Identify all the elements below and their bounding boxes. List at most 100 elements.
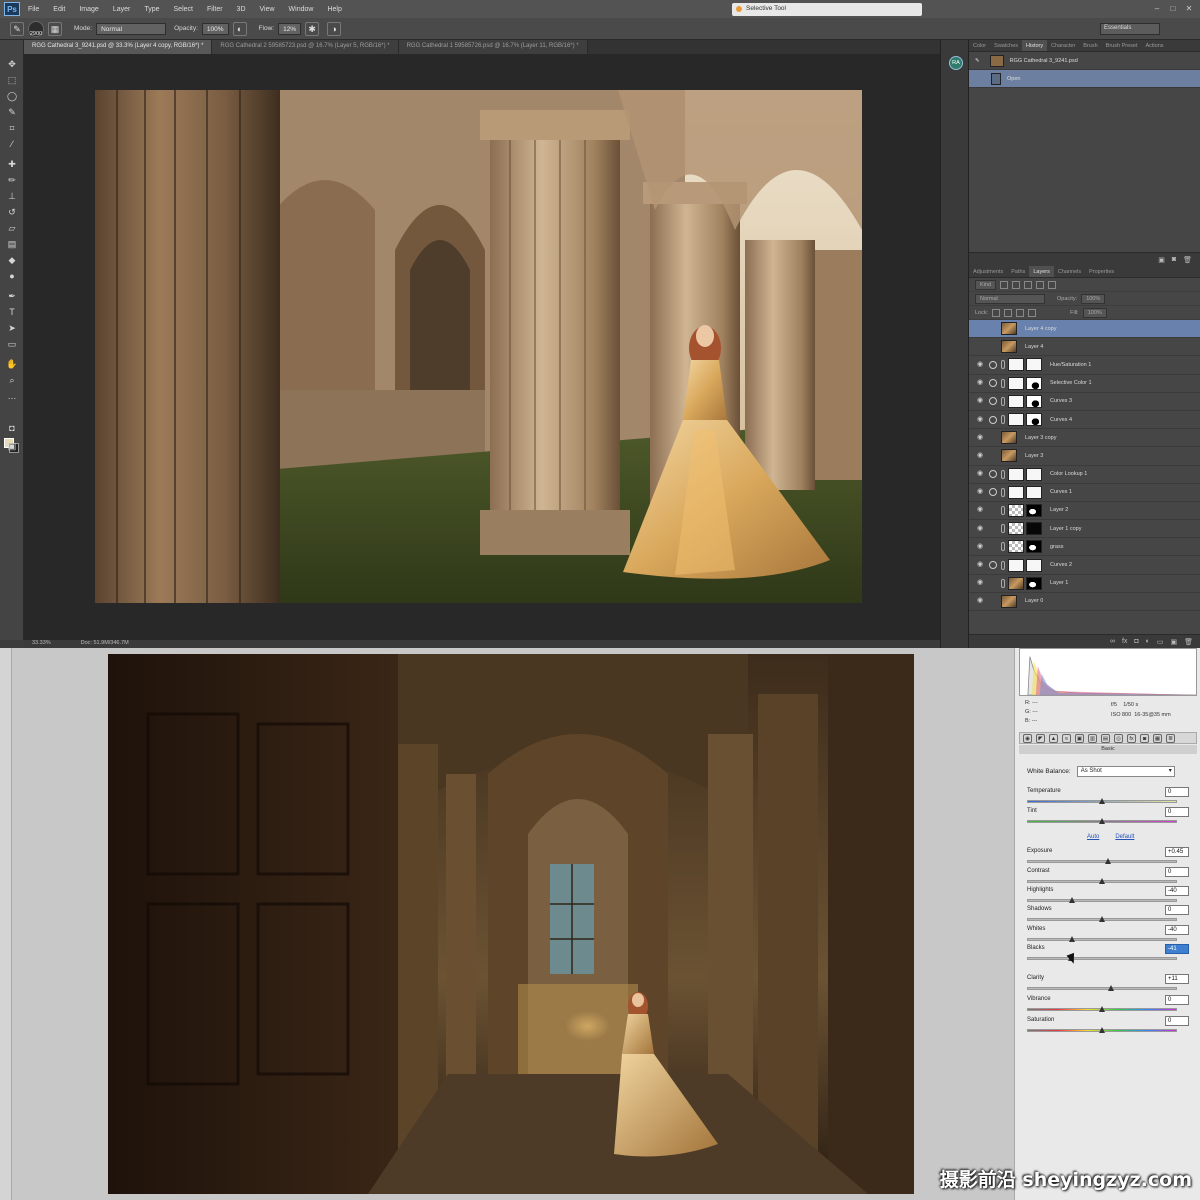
- layer-row[interactable]: ◉ Curves 2: [969, 556, 1200, 575]
- layer-thumbnail[interactable]: [1008, 376, 1024, 390]
- opacity-field[interactable]: 100%: [201, 22, 229, 35]
- pen-tool-icon[interactable]: ✒: [6, 290, 18, 302]
- layer-thumbnail[interactable]: [1001, 449, 1017, 463]
- tab-character[interactable]: Character: [1047, 40, 1079, 51]
- layer-row[interactable]: ◉ Layer 3 copy: [969, 429, 1200, 448]
- lock-pixels-icon[interactable]: [1004, 308, 1013, 317]
- move-tool-icon[interactable]: ✥: [6, 58, 18, 70]
- tab-brush-preset[interactable]: Brush Preset: [1102, 40, 1142, 51]
- canvas-image-ruined-abbey[interactable]: [95, 90, 862, 603]
- tab-paths[interactable]: Paths: [1007, 266, 1029, 277]
- tint-slider-thumb[interactable]: [1099, 818, 1105, 824]
- layer-row[interactable]: ◉ Color Lookup 1: [969, 466, 1200, 484]
- menu-filter[interactable]: Filter: [207, 6, 223, 13]
- layer-row[interactable]: ◉ Layer 2: [969, 502, 1200, 521]
- visibility-eye-icon[interactable]: ◉: [975, 560, 985, 570]
- highlights-slider-thumb[interactable]: [1069, 897, 1075, 903]
- pressure-opacity-icon[interactable]: ◐: [232, 21, 247, 36]
- new-layer-icon[interactable]: ▣: [1170, 638, 1177, 646]
- mask-link-icon[interactable]: [1001, 505, 1005, 515]
- visibility-eye-icon[interactable]: ◉: [975, 542, 985, 552]
- mask-link-icon[interactable]: [1001, 360, 1005, 370]
- mask-link-icon[interactable]: [1001, 578, 1005, 588]
- mask-link-icon[interactable]: [1001, 560, 1005, 570]
- mask-link-icon[interactable]: [1001, 378, 1005, 388]
- delete-layer-icon[interactable]: 🗑: [1184, 638, 1193, 646]
- layer-row[interactable]: ◉ Selective Color 1: [969, 375, 1200, 393]
- tab-document-3[interactable]: RGG Cathedral 1 59585726.psd @ 16.7% (La…: [398, 40, 588, 54]
- visibility-eye-icon[interactable]: ◉: [975, 378, 985, 388]
- filter-adjustment-icon[interactable]: [1012, 280, 1021, 289]
- more-tools-icon[interactable]: …: [6, 390, 18, 402]
- tab-document-1[interactable]: RGG Cathedral 3_9241.psd @ 33.3% (Layer …: [24, 40, 213, 54]
- visibility-eye-icon[interactable]: [975, 324, 985, 334]
- pressure-size-icon[interactable]: ◑: [327, 21, 342, 36]
- mask-link-icon[interactable]: [1001, 415, 1005, 425]
- flow-field[interactable]: 12%: [278, 22, 302, 35]
- layer-row[interactable]: ◉ Layer 1 copy: [969, 520, 1200, 539]
- camera-raw-tab-4-icon[interactable]: ▣: [1075, 733, 1084, 743]
- history-step[interactable]: Open: [969, 70, 1200, 88]
- layer-row[interactable]: ◉ grass: [969, 538, 1200, 557]
- menu-edit[interactable]: Edit: [53, 6, 65, 13]
- tab-document-2[interactable]: RGG Cathedral 2 59585723.psd @ 16.7% (La…: [212, 40, 399, 54]
- layer-row[interactable]: ◉ Curves 4: [969, 411, 1200, 430]
- visibility-eye-icon[interactable]: ◉: [975, 505, 985, 515]
- layer-row[interactable]: Layer 4 copy: [969, 320, 1200, 339]
- visibility-eye-icon[interactable]: ◉: [975, 578, 985, 588]
- layer-row[interactable]: ◉ Layer 3: [969, 447, 1200, 466]
- layer-thumbnail[interactable]: [1008, 394, 1024, 408]
- camera-raw-tab-5-icon[interactable]: ▥: [1088, 733, 1097, 743]
- lock-all-icon[interactable]: [1028, 308, 1037, 317]
- filter-pixel-icon[interactable]: [1000, 280, 1009, 289]
- exposure-value-field[interactable]: +0.45: [1165, 847, 1189, 857]
- visibility-eye-icon[interactable]: ◉: [975, 596, 985, 606]
- layer-mask-thumbnail[interactable]: [1026, 558, 1042, 572]
- visibility-eye-icon[interactable]: ◉: [975, 487, 985, 497]
- layer-mask-thumbnail[interactable]: [1026, 485, 1042, 499]
- auto-link[interactable]: Auto: [1087, 834, 1099, 840]
- exposure-slider-thumb[interactable]: [1105, 858, 1111, 864]
- shadows-slider-thumb[interactable]: [1099, 916, 1105, 922]
- contrast-slider-thumb[interactable]: [1099, 878, 1105, 884]
- layer-mask-thumbnail[interactable]: [1026, 540, 1042, 554]
- marquee-tool-icon[interactable]: ⬚: [6, 74, 18, 86]
- layer-thumbnail[interactable]: [1001, 322, 1017, 336]
- mask-link-icon[interactable]: [1001, 542, 1005, 552]
- layer-mask-thumbnail[interactable]: [1026, 522, 1042, 536]
- crop-tool-icon[interactable]: ⌗: [6, 122, 18, 134]
- tab-actions[interactable]: Actions: [1141, 40, 1167, 51]
- camera-raw-tab-10-icon[interactable]: ▦: [1153, 733, 1162, 743]
- filter-type-icon[interactable]: [1024, 280, 1033, 289]
- layer-thumbnail[interactable]: [1008, 413, 1024, 427]
- tab-layers[interactable]: Layers: [1029, 266, 1054, 277]
- layer-thumbnail[interactable]: [1001, 340, 1017, 354]
- camera-raw-tab-0-icon[interactable]: ◉: [1023, 733, 1032, 743]
- highlights-value-field[interactable]: -40: [1165, 886, 1189, 896]
- history-brush-source-icon[interactable]: ✎: [975, 58, 980, 64]
- visibility-eye-icon[interactable]: ◉: [975, 396, 985, 406]
- menu-help[interactable]: Help: [327, 6, 341, 13]
- fill-field[interactable]: 100%: [1082, 307, 1107, 318]
- blur-tool-icon[interactable]: ◆: [6, 254, 18, 266]
- visibility-eye-icon[interactable]: ◉: [975, 433, 985, 443]
- visibility-eye-icon[interactable]: ◉: [975, 469, 985, 479]
- clone-stamp-tool-icon[interactable]: ⊥: [6, 190, 18, 202]
- mask-link-icon[interactable]: [1001, 469, 1005, 479]
- layer-thumbnail[interactable]: [1001, 431, 1017, 445]
- visibility-eye-icon[interactable]: [975, 342, 985, 352]
- tab-properties[interactable]: Properties: [1085, 266, 1118, 277]
- menu-type[interactable]: Type: [144, 6, 159, 13]
- filter-smart-icon[interactable]: [1048, 280, 1057, 289]
- camera-raw-tab-6-icon[interactable]: ▤: [1101, 733, 1110, 743]
- vibrance-slider-thumb[interactable]: [1099, 1006, 1105, 1012]
- camera-raw-tab-2-icon[interactable]: ▲: [1049, 733, 1058, 743]
- mask-link-icon[interactable]: [1001, 396, 1005, 406]
- camera-raw-tab-7-icon[interactable]: ◎: [1114, 733, 1123, 743]
- camera-raw-tab-9-icon[interactable]: ◙: [1140, 733, 1149, 743]
- layer-style-icon[interactable]: fx: [1122, 638, 1127, 645]
- whites-value-field[interactable]: -40: [1165, 925, 1189, 935]
- layer-row[interactable]: ◉ Layer 1: [969, 575, 1200, 593]
- lasso-tool-icon[interactable]: ◯: [6, 90, 18, 102]
- blacks-slider-track[interactable]: [1027, 957, 1177, 960]
